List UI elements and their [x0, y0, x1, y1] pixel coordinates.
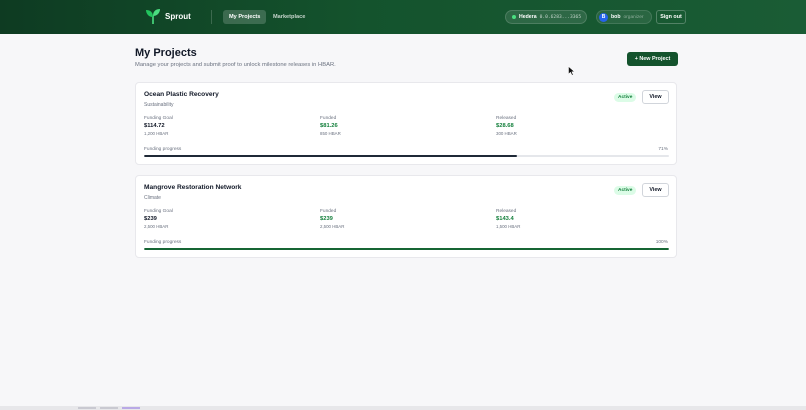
funding-progress-label: Funding progress: [144, 240, 182, 245]
funding-goal-label: Funding Goal: [144, 116, 173, 121]
funded-hbar: 2,500 HBAR: [320, 224, 345, 229]
network-name: Hedera: [519, 14, 537, 20]
funding-progress-bar: [144, 155, 669, 157]
funding-progress-label: Funding progress: [144, 147, 182, 152]
project-card: Mangrove Restoration Network Climate Act…: [135, 175, 677, 258]
released-hbar: 1,500 HBAR: [496, 224, 521, 229]
taskbar-item[interactable]: [100, 407, 118, 409]
status-badge: Active: [614, 186, 637, 195]
funding-progress-fill: [144, 248, 669, 250]
project-card: Ocean Plastic Recovery Sustainability Ac…: [135, 82, 677, 165]
released-hbar: 300 HBAR: [496, 131, 517, 136]
funded-label: Funded: [320, 209, 337, 214]
funded-label: Funded: [320, 116, 337, 121]
brand[interactable]: Sprout: [145, 7, 191, 25]
user-menu[interactable]: B bob organizer: [596, 10, 652, 24]
new-project-button[interactable]: + New Project: [627, 52, 678, 66]
released-usd: $143.4: [496, 216, 514, 222]
funding-goal-hbar: 2,500 HBAR: [144, 224, 169, 229]
project-category: Sustainability: [144, 102, 174, 108]
released-label: Released: [496, 209, 517, 214]
funding-goal-hbar: 1,200 HBAR: [144, 131, 169, 136]
funding-progress-percent: 71%: [658, 147, 668, 152]
released-usd: $28.68: [496, 123, 514, 129]
funding-goal-label: Funding Goal: [144, 209, 173, 214]
funded-stat: Funded $81.26 850 HBAR: [320, 116, 341, 136]
user-name: bob: [611, 14, 621, 20]
funded-stat: Funded $239 2,500 HBAR: [320, 209, 344, 229]
released-label: Released: [496, 116, 517, 121]
user-role: organizer: [623, 14, 644, 20]
funding-goal-stat: Funding Goal $114.72 1,200 HBAR: [144, 116, 173, 136]
project-name: Mangrove Restoration Network: [144, 184, 242, 191]
sprout-logo-icon: [146, 9, 160, 24]
network-indicator[interactable]: Hedera 0.0.6283...3365: [505, 10, 587, 24]
page-subtitle: Manage your projects and submit proof to…: [135, 62, 336, 68]
view-project-button[interactable]: View: [642, 90, 669, 104]
avatar: B: [599, 12, 608, 22]
taskbar-item[interactable]: [122, 407, 140, 409]
nav-tab-my-projects[interactable]: My Projects: [223, 10, 267, 24]
brand-name: Sprout: [165, 11, 191, 21]
network-account-id: 0.0.6283...3365: [539, 14, 582, 20]
nav-tab-marketplace[interactable]: Marketplace: [267, 10, 311, 24]
page-title: My Projects: [135, 47, 197, 59]
sign-out-button[interactable]: Sign out: [656, 10, 686, 24]
released-stat: Released $143.4 1,500 HBAR: [496, 209, 520, 229]
taskbar-item[interactable]: [78, 407, 96, 409]
funded-usd: $81.26: [320, 123, 338, 129]
project-name: Ocean Plastic Recovery: [144, 91, 219, 98]
released-stat: Released $28.68 300 HBAR: [496, 116, 517, 136]
mouse-cursor-icon: [568, 66, 576, 76]
network-status-dot-icon: [512, 15, 516, 19]
taskbar-edge: [0, 406, 806, 410]
funding-goal-stat: Funding Goal $239 2,500 HBAR: [144, 209, 173, 229]
nav-divider: [211, 10, 212, 24]
project-category: Climate: [144, 195, 161, 201]
top-navbar: Sprout My Projects Marketplace Hedera 0.…: [0, 0, 806, 34]
view-project-button[interactable]: View: [642, 183, 669, 197]
funding-progress-fill: [144, 155, 517, 157]
funding-goal-usd: $114.72: [144, 123, 165, 129]
funded-usd: $239: [320, 216, 333, 222]
funding-goal-usd: $239: [144, 216, 157, 222]
funding-progress-bar: [144, 248, 669, 250]
funding-progress-percent: 100%: [655, 240, 668, 245]
status-badge: Active: [614, 93, 637, 102]
funded-hbar: 850 HBAR: [320, 131, 341, 136]
